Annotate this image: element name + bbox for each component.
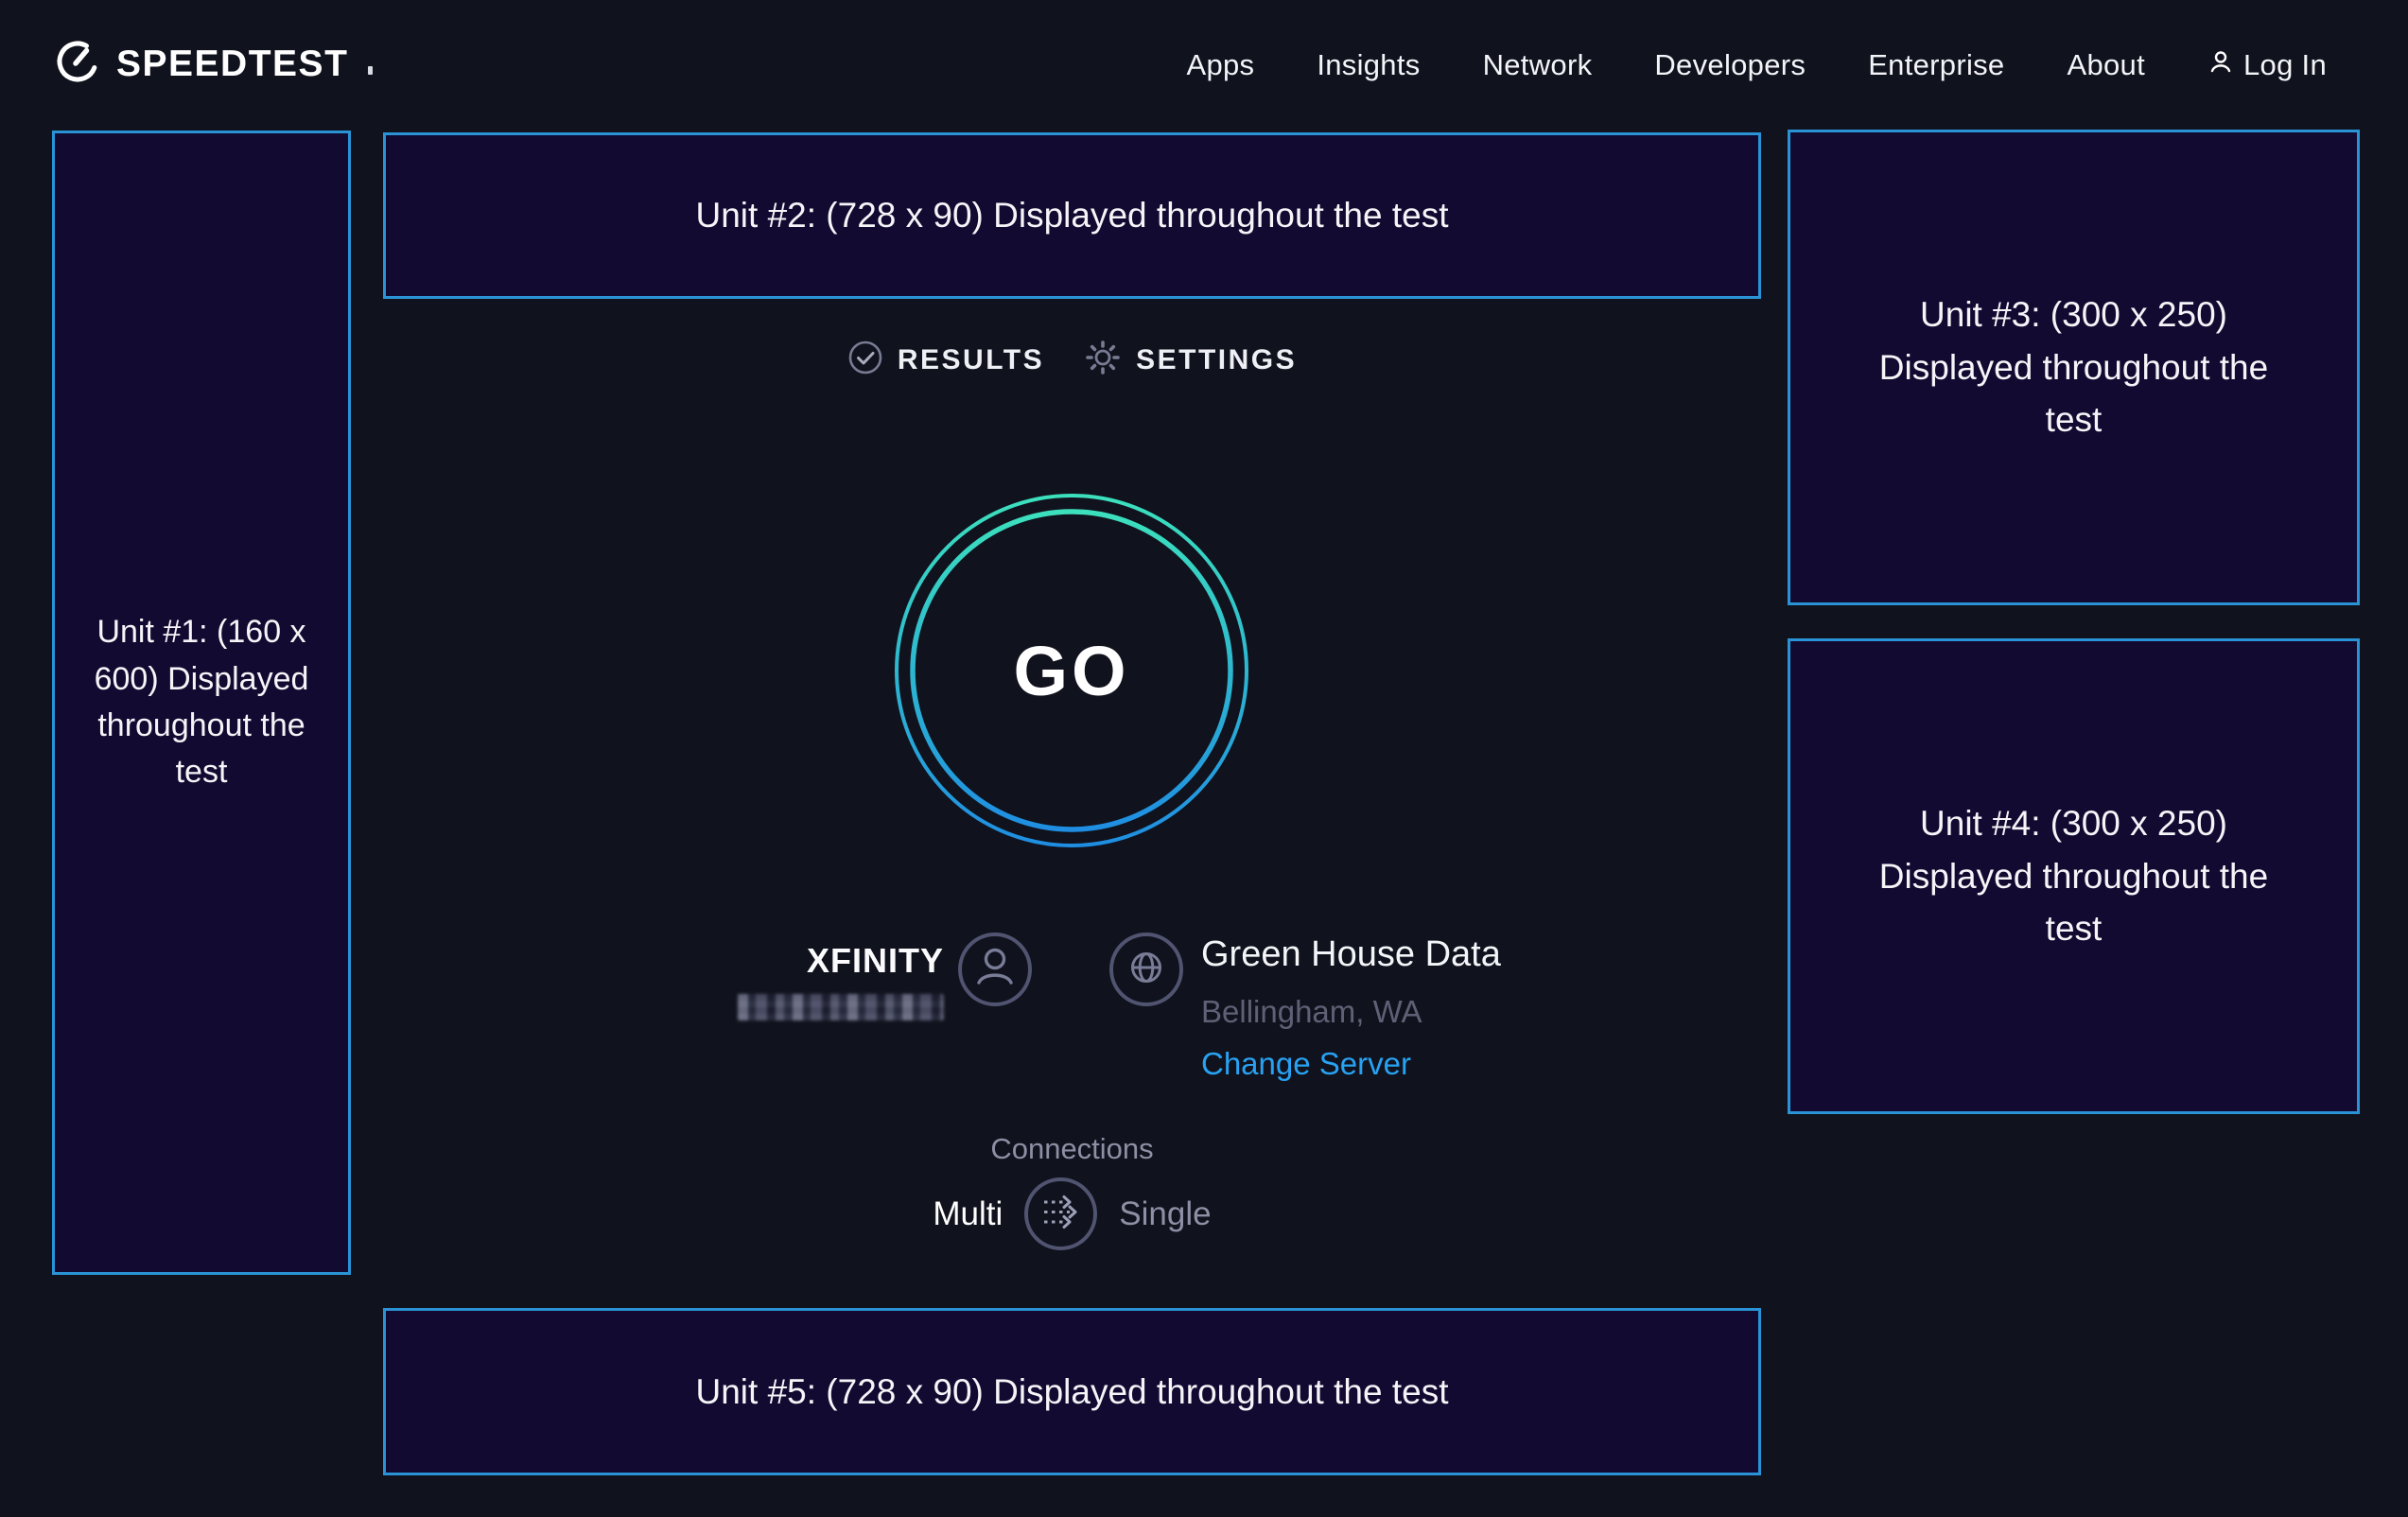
results-settings-tabs: RESULTS SETTINGS <box>383 339 1761 381</box>
connections-label: Connections <box>383 1132 1761 1166</box>
ad-unit-5-leaderboard[interactable]: Unit #5: (728 x 90) Displayed throughout… <box>383 1308 1761 1475</box>
login-button[interactable]: Log In <box>2207 48 2327 82</box>
check-circle-icon <box>847 340 883 380</box>
login-label: Log In <box>2243 48 2327 82</box>
nav-item-network[interactable]: Network <box>1483 48 1593 82</box>
isp-badge[interactable] <box>958 933 1032 1006</box>
connections-toggle-button[interactable] <box>1024 1177 1097 1250</box>
nav-item-developers[interactable]: Developers <box>1654 48 1806 82</box>
speedtest-logo[interactable]: SPEEDTEST <box>54 38 363 90</box>
connections-single-option[interactable]: Single <box>1119 1195 1211 1233</box>
globe-icon <box>1113 934 1179 1005</box>
server-location: Bellingham, WA <box>1201 994 1501 1030</box>
logo-wordmark: SPEEDTEST <box>116 44 348 85</box>
isp-block: XFINITY <box>605 941 944 1020</box>
speedometer-gauge-icon <box>54 38 101 90</box>
nav-item-apps[interactable]: Apps <box>1186 48 1254 82</box>
ad-unit-5-text: Unit #5: (728 x 90) Displayed throughout… <box>696 1367 1449 1418</box>
ad-unit-2-leaderboard[interactable]: Unit #2: (728 x 90) Displayed throughout… <box>383 132 1761 299</box>
ad-unit-1-text: Unit #1: (160 x 600) Displayed throughou… <box>92 609 311 795</box>
go-button[interactable]: GO <box>894 493 1249 848</box>
server-badge[interactable] <box>1109 933 1183 1006</box>
go-button-label: GO <box>894 493 1249 848</box>
tab-settings[interactable]: SETTINGS <box>1084 339 1297 381</box>
top-nav-bar: SPEEDTEST Apps Insights Network Develope… <box>0 0 2408 131</box>
ad-unit-2-text: Unit #2: (728 x 90) Displayed throughout… <box>696 190 1449 241</box>
ad-unit-4-rectangle[interactable]: Unit #4: (300 x 250) Displayed throughou… <box>1788 638 2360 1114</box>
main-nav: Apps Insights Network Developers Enterpr… <box>1186 0 2327 131</box>
trademark-mark <box>368 66 373 75</box>
ad-unit-4-text: Unit #4: (300 x 250) Displayed throughou… <box>1851 797 2297 955</box>
connections-multi-option[interactable]: Multi <box>933 1195 1003 1233</box>
change-server-link[interactable]: Change Server <box>1201 1046 1411 1082</box>
redacted-ip-text <box>738 994 944 1020</box>
tab-results[interactable]: RESULTS <box>847 339 1044 381</box>
ad-unit-3-rectangle[interactable]: Unit #3: (300 x 250) Displayed throughou… <box>1788 130 2360 605</box>
multi-arrows-icon <box>1028 1179 1093 1249</box>
tab-settings-label: SETTINGS <box>1136 344 1297 376</box>
user-icon <box>2207 48 2234 82</box>
nav-item-about[interactable]: About <box>2067 48 2145 82</box>
ad-unit-1-skyscraper[interactable]: Unit #1: (160 x 600) Displayed throughou… <box>52 131 351 1275</box>
gear-icon <box>1084 339 1122 381</box>
isp-name: XFINITY <box>807 941 944 981</box>
person-icon <box>962 934 1028 1005</box>
server-name: Green House Data <box>1201 934 1501 975</box>
tab-results-label: RESULTS <box>898 344 1044 376</box>
ad-unit-3-text: Unit #3: (300 x 250) Displayed throughou… <box>1851 288 2297 446</box>
nav-item-enterprise[interactable]: Enterprise <box>1868 48 2004 82</box>
nav-item-insights[interactable]: Insights <box>1317 48 1420 82</box>
connections-toggle-row: Multi Single <box>383 1176 1761 1252</box>
server-info-block: Green House Data Bellingham, WA Change S… <box>1201 934 1501 1082</box>
